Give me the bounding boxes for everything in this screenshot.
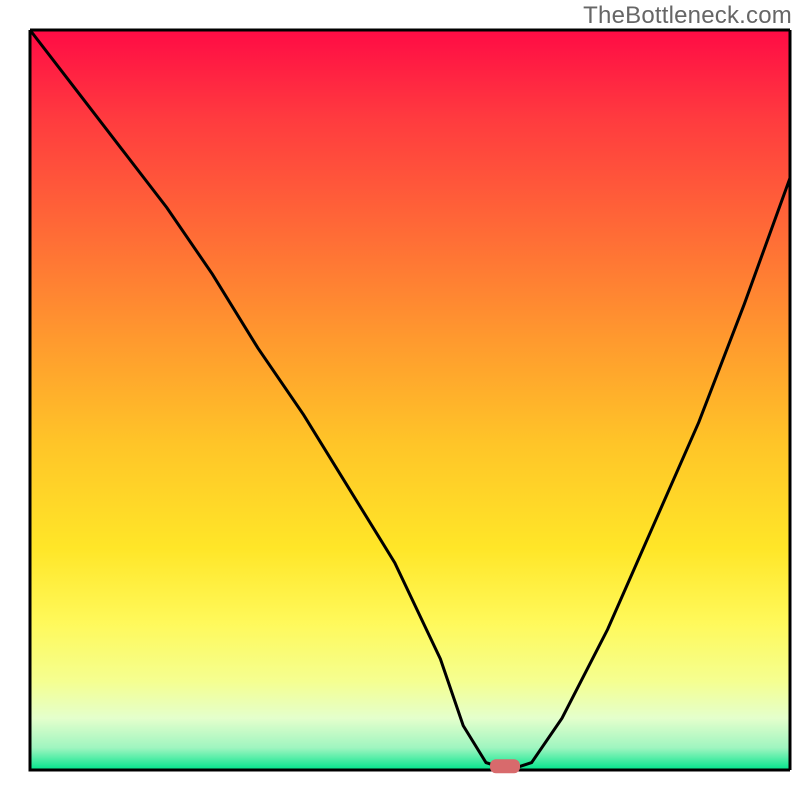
bottleneck-chart (0, 0, 800, 800)
watermark-text: TheBottleneck.com (583, 2, 792, 30)
plot-background (30, 30, 790, 770)
chart-container: TheBottleneck.com (0, 0, 800, 800)
bottleneck-marker (490, 759, 520, 773)
